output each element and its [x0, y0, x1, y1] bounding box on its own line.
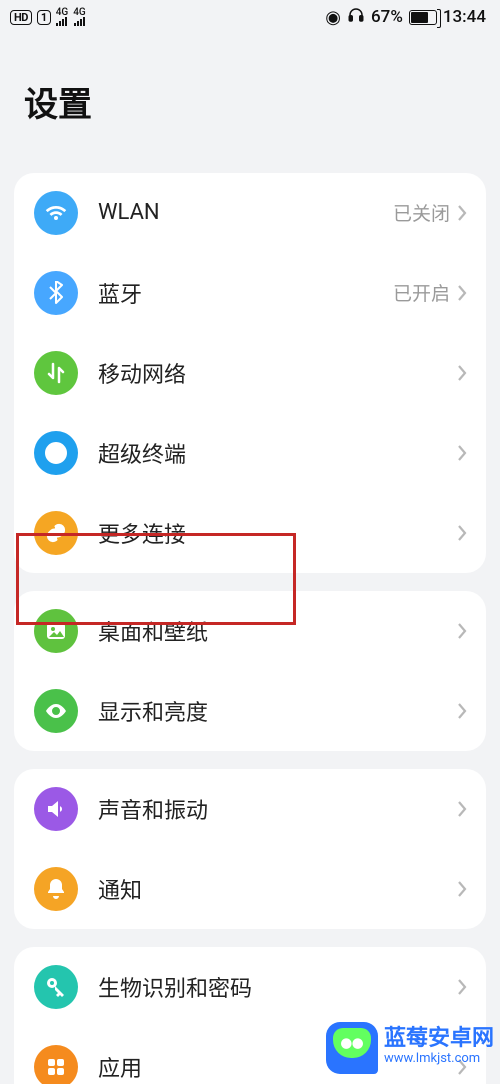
row-bluetooth[interactable]: 蓝牙 已开启: [14, 253, 486, 333]
chevron-right-icon: [456, 620, 468, 642]
chevron-right-icon: [456, 202, 468, 224]
headphone-icon: [347, 6, 365, 29]
row-display-brightness[interactable]: 显示和亮度: [14, 671, 486, 751]
row-label: 移动网络: [98, 357, 456, 389]
status-right: ◉ 67% 13:44: [325, 6, 486, 29]
row-label: 超级终端: [98, 437, 456, 469]
hd-badge: HD: [10, 10, 32, 25]
sim-badge: 1: [37, 10, 51, 25]
row-label: 生物识别和密码: [98, 971, 456, 1003]
chevron-right-icon: [456, 282, 468, 304]
signal-1: 4G: [56, 8, 69, 26]
row-label: 通知: [98, 873, 456, 905]
chevron-right-icon: [456, 976, 468, 998]
row-label: 声音和振动: [98, 793, 456, 825]
battery-text: 67%: [371, 7, 403, 27]
chevron-right-icon: [456, 798, 468, 820]
page-title: 设置: [0, 57, 500, 150]
row-notifications[interactable]: 通知: [14, 849, 486, 929]
status-left: HD 1 4G 4G: [10, 8, 86, 26]
image-icon: [34, 609, 78, 653]
row-value: 已关闭: [393, 199, 450, 226]
key-icon: [34, 965, 78, 1009]
row-super-device[interactable]: 超级终端: [14, 413, 486, 493]
row-apps[interactable]: 应用: [14, 1027, 486, 1084]
chevron-right-icon: [456, 442, 468, 464]
row-label: WLAN: [98, 200, 393, 225]
settings-group-sound: 声音和振动 通知: [14, 769, 486, 929]
radar-icon: [34, 431, 78, 475]
status-bar: HD 1 4G 4G ◉ 67% 13:44: [0, 0, 500, 34]
bell-icon: [34, 867, 78, 911]
settings-group-security: 生物识别和密码 应用: [14, 947, 486, 1084]
row-sound-vibration[interactable]: 声音和振动: [14, 769, 486, 849]
row-wlan[interactable]: WLAN 已关闭: [14, 173, 486, 253]
row-label: 显示和亮度: [98, 695, 456, 727]
settings-group-display: 桌面和壁纸 显示和亮度: [14, 591, 486, 751]
signal-2: 4G: [73, 8, 86, 26]
chevron-right-icon: [456, 700, 468, 722]
link-icon: [34, 511, 78, 555]
row-more-connections[interactable]: 更多连接: [14, 493, 486, 573]
signal-2-label: 4G: [73, 8, 86, 17]
row-mobile-network[interactable]: 移动网络: [14, 333, 486, 413]
eye-care-icon: ◉: [325, 7, 341, 28]
eye-icon: [34, 689, 78, 733]
row-label: 桌面和壁纸: [98, 615, 456, 647]
row-value: 已开启: [393, 279, 450, 306]
chevron-right-icon: [456, 1056, 468, 1078]
bt-icon: [34, 271, 78, 315]
arrows-icon: [34, 351, 78, 395]
clock: 13:44: [443, 7, 486, 27]
row-home-wallpaper[interactable]: 桌面和壁纸: [14, 591, 486, 671]
sound-icon: [34, 787, 78, 831]
row-label: 蓝牙: [98, 277, 393, 309]
wifi-icon: [34, 191, 78, 235]
row-biometrics-password[interactable]: 生物识别和密码: [14, 947, 486, 1027]
settings-group-network: WLAN 已关闭 蓝牙 已开启 移动网络 超级终端 更多连接: [14, 173, 486, 573]
row-label: 应用: [98, 1051, 456, 1083]
grid-icon: [34, 1045, 78, 1084]
chevron-right-icon: [456, 878, 468, 900]
battery-icon: [409, 10, 437, 25]
row-label: 更多连接: [98, 517, 456, 549]
chevron-right-icon: [456, 362, 468, 384]
signal-1-label: 4G: [56, 8, 69, 17]
chevron-right-icon: [456, 522, 468, 544]
